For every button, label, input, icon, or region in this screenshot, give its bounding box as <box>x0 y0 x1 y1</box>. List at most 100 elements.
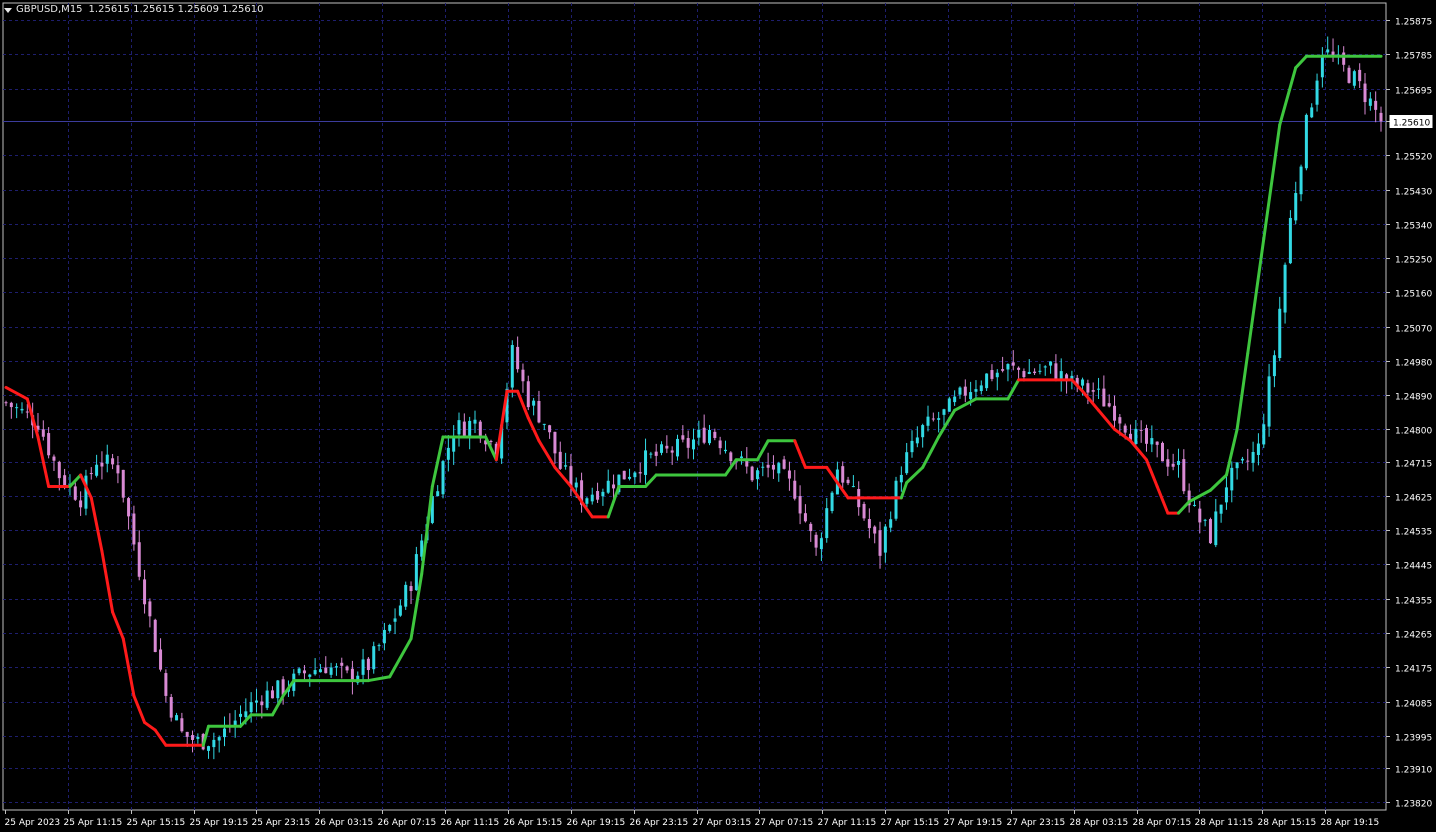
trend-line-down <box>143 720 157 732</box>
candle-body <box>676 438 680 457</box>
candle-body <box>1171 463 1175 467</box>
trend-line-down <box>793 439 807 469</box>
time-tick-label: 26 Apr 23:15 <box>630 818 689 828</box>
candle-body <box>1182 459 1186 492</box>
trend-line-down <box>36 435 51 488</box>
price-tick-label: 1.24445 <box>1395 562 1432 572</box>
candle-body <box>254 700 258 703</box>
time-tick-label: 25 Apr 15:15 <box>127 818 186 828</box>
candle-body <box>803 513 807 522</box>
triangle-down-icon[interactable] <box>4 7 12 13</box>
candle-body <box>1155 441 1159 445</box>
candle-body <box>1246 460 1250 462</box>
trend-line-up <box>1278 66 1298 127</box>
candle-body <box>388 624 392 631</box>
candle-body <box>1342 52 1346 65</box>
candle-body <box>302 670 306 674</box>
candle-body <box>1278 308 1282 359</box>
candle-body <box>990 370 994 379</box>
candle-body <box>739 456 743 459</box>
trend-line-down <box>1155 484 1170 515</box>
candle-body <box>324 667 328 674</box>
candle-body <box>873 526 877 534</box>
candle-body <box>851 486 855 488</box>
candle-body <box>1054 363 1058 380</box>
chart-window[interactable]: 1.25875 1.25785 1.25695 1.25520 1.25430 1.253… <box>0 0 1436 832</box>
candle-body <box>750 466 754 481</box>
candle-body <box>633 472 637 478</box>
candle-body <box>697 429 701 438</box>
price-chart[interactable]: 1.25875 1.25785 1.25695 1.25520 1.25430 1.253… <box>0 0 1436 832</box>
trend-line-down <box>153 728 168 747</box>
candle-body <box>931 418 935 420</box>
candle-body <box>414 554 418 591</box>
chart-header: GBPUSD,M15 1.25615 1.25615 1.25609 1.256… <box>4 3 264 17</box>
candle-body <box>308 674 312 677</box>
candle-body <box>963 386 967 396</box>
candle-body <box>1134 428 1138 444</box>
candle-body <box>1208 519 1212 544</box>
candle-body <box>57 461 61 479</box>
candle-body <box>270 690 274 699</box>
time-tick-label: 27 Apr 15:15 <box>881 818 940 828</box>
candle-body <box>111 458 115 465</box>
time-tick-label: 26 Apr 11:15 <box>441 818 500 828</box>
candle-body <box>681 435 685 440</box>
candle-body <box>702 427 706 443</box>
candle-body <box>1240 458 1244 461</box>
candle-body <box>713 431 717 438</box>
candle-body <box>1294 193 1298 221</box>
trend-line-up <box>1262 123 1282 241</box>
candle-body <box>238 713 242 717</box>
candle-body <box>1081 379 1085 386</box>
candle-body <box>830 492 834 512</box>
candle-body <box>1139 429 1143 431</box>
time-tick-label: 25 Apr 23:15 <box>252 818 311 828</box>
candle-body <box>723 449 727 452</box>
candle-body <box>1256 443 1260 455</box>
candle-body <box>1352 71 1356 86</box>
candle-body <box>798 496 802 514</box>
candle-body <box>1160 442 1164 462</box>
candle-body <box>755 470 759 480</box>
candle-body <box>1113 405 1117 421</box>
candle-body <box>79 500 83 508</box>
candle-body <box>249 702 253 713</box>
candle-body <box>1150 438 1154 445</box>
candle-body <box>649 453 653 455</box>
candle-body <box>441 461 445 495</box>
candle-body <box>1145 428 1149 444</box>
candle-body <box>628 476 632 479</box>
trend-line-down <box>111 610 125 641</box>
candle-body <box>1368 98 1372 106</box>
candle-body <box>660 444 664 453</box>
candle-body <box>244 711 248 718</box>
trend-line-up <box>644 473 658 488</box>
candle-body <box>1123 425 1127 433</box>
price-tick-label: 1.25875 <box>1395 18 1432 28</box>
candle-body <box>867 519 871 529</box>
trend-line-up <box>1246 237 1266 355</box>
candle-body <box>1022 371 1026 378</box>
candle-body <box>1198 508 1202 523</box>
candle-body <box>809 523 813 532</box>
price-tick-label: 1.23820 <box>1395 800 1432 810</box>
candle-body <box>937 418 941 420</box>
candle-body <box>1251 452 1255 463</box>
candle-body <box>777 463 781 474</box>
price-tick-label: 1.25070 <box>1395 325 1432 335</box>
candle-body <box>404 584 408 607</box>
candle-body <box>1267 376 1271 427</box>
candle-body <box>729 452 733 462</box>
trend-line-up <box>366 675 392 683</box>
price-tick-label: 1.24535 <box>1395 528 1432 538</box>
candle-body <box>398 605 402 616</box>
candle-body <box>985 373 989 389</box>
candle-body <box>558 451 562 469</box>
candle-body <box>436 491 440 497</box>
candle-body <box>644 450 648 475</box>
candle-body <box>585 498 589 504</box>
time-tick-label: 28 Apr 19:15 <box>1321 818 1380 828</box>
candle-body <box>819 538 823 550</box>
candle-body <box>889 519 893 528</box>
